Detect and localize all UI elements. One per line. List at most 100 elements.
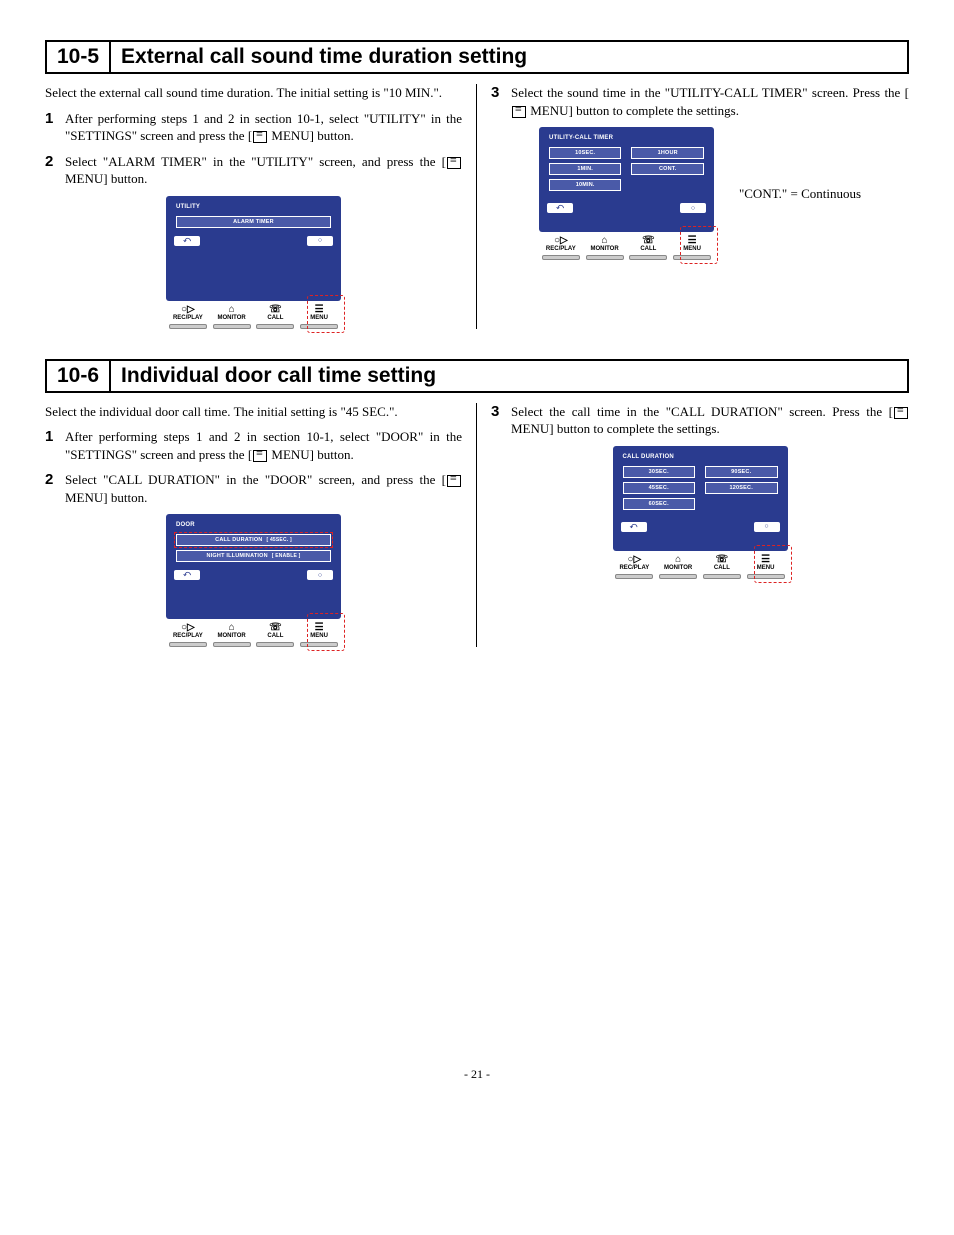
menu-icon	[447, 157, 461, 169]
recplay-icon: ○▷	[613, 555, 657, 565]
step-text: After performing steps 1 and 2 in sectio…	[65, 110, 462, 145]
screen-button: 60SEC.	[623, 498, 696, 510]
step-text: Select the call time in the "CALL DURATI…	[511, 403, 909, 438]
screen-button: 10MIN.	[549, 179, 622, 191]
section-number: 10-5	[47, 42, 111, 72]
step-number: 2	[45, 153, 65, 188]
menu-icon	[253, 450, 267, 462]
soft-key-circle-icon: ○	[754, 522, 780, 532]
screen-title: CALL DURATION	[623, 454, 782, 460]
menu-hw-icon: ☰	[744, 555, 788, 565]
step-number: 1	[45, 110, 65, 145]
device-door-screen: DOOR CALL DURATION [ 45SEC. ] NIGHT ILLU…	[166, 514, 341, 647]
call-icon: ☏	[626, 236, 670, 246]
monitor-icon: ⌂	[210, 623, 254, 633]
device-utility-call-timer-screen: UTILITY-CALL TIMER 10SEC. 1MIN. 10MIN. 1…	[539, 127, 714, 260]
step-number: 3	[491, 403, 511, 438]
section-header-10-6: 10-6 Individual door call time setting	[45, 359, 909, 393]
soft-key-back-icon: ⤺	[174, 570, 200, 580]
soft-key-back-icon: ⤺	[547, 203, 573, 213]
soft-key-circle-icon: ○	[307, 236, 333, 246]
monitor-icon: ⌂	[583, 236, 627, 246]
intro-text: Select the individual door call time. Th…	[45, 403, 462, 421]
soft-key-back-icon: ⤺	[174, 236, 200, 246]
call-icon: ☏	[254, 623, 298, 633]
hw-button	[542, 255, 580, 260]
hw-button	[300, 324, 338, 329]
call-icon: ☏	[700, 555, 744, 565]
screen-button: 90SEC.	[705, 466, 778, 478]
hardware-labels: ○▷REC/PLAY ⌂MONITOR ☏CALL ☰MENU	[166, 305, 341, 321]
screen-title: DOOR	[176, 522, 335, 528]
step-number: 3	[491, 84, 511, 119]
hw-button	[256, 324, 294, 329]
hw-button	[586, 255, 624, 260]
page-number: - 21 -	[45, 1067, 909, 1082]
step-text: Select "CALL DURATION" in the "DOOR" scr…	[65, 471, 462, 506]
step-text: Select "ALARM TIMER" in the "UTILITY" sc…	[65, 153, 462, 188]
step-2: 2 Select "CALL DURATION" in the "DOOR" s…	[45, 471, 462, 506]
screen-title: UTILITY	[176, 204, 335, 210]
screen-row-night-illumination: NIGHT ILLUMINATION [ ENABLE ]	[176, 550, 331, 562]
screen-button: 1MIN.	[549, 163, 622, 175]
step-1: 1 After performing steps 1 and 2 in sect…	[45, 428, 462, 463]
soft-key-circle-icon: ○	[680, 203, 706, 213]
recplay-icon: ○▷	[166, 305, 210, 315]
monitor-icon: ⌂	[210, 305, 254, 315]
soft-key-back-icon: ⤺	[621, 522, 647, 532]
recplay-icon: ○▷	[539, 236, 583, 246]
hw-button	[673, 255, 711, 260]
device-call-duration-screen: CALL DURATION 30SEC. 45SEC. 60SEC. 90SEC…	[613, 446, 788, 579]
step-number: 1	[45, 428, 65, 463]
hw-button	[659, 574, 697, 579]
soft-key-circle-icon: ○	[307, 570, 333, 580]
menu-icon	[253, 131, 267, 143]
section-number: 10-6	[47, 361, 111, 391]
screen-row-call-duration: CALL DURATION [ 45SEC. ]	[176, 534, 331, 546]
menu-icon	[894, 407, 908, 419]
cont-note: "CONT." = Continuous	[739, 186, 861, 202]
screen-button: 30SEC.	[623, 466, 696, 478]
menu-hw-icon: ☰	[670, 236, 714, 246]
hw-button	[615, 574, 653, 579]
screen-button: CONT.	[631, 163, 704, 175]
hardware-labels: ○▷REC/PLAY ⌂MONITOR ☏CALL ☰MENU	[539, 236, 714, 252]
screen-button: 1HOUR	[631, 147, 704, 159]
section-title: Individual door call time setting	[111, 361, 446, 391]
screen-button: 10SEC.	[549, 147, 622, 159]
section-title: External call sound time duration settin…	[111, 42, 537, 72]
menu-icon	[512, 106, 526, 118]
screen-button-alarm-timer: ALARM TIMER	[176, 216, 331, 228]
section-header-10-5: 10-5 External call sound time duration s…	[45, 40, 909, 74]
section-10-5-body: Select the external call sound time dura…	[45, 84, 909, 329]
hw-button	[256, 642, 294, 647]
hardware-labels: ○▷REC/PLAY ⌂MONITOR ☏CALL ☰MENU	[166, 623, 341, 639]
hardware-labels: ○▷REC/PLAY ⌂MONITOR ☏CALL ☰MENU	[613, 555, 788, 571]
step-text: Select the sound time in the "UTILITY-CA…	[511, 84, 909, 119]
step-1: 1 After performing steps 1 and 2 in sect…	[45, 110, 462, 145]
intro-text: Select the external call sound time dura…	[45, 84, 462, 102]
menu-hw-icon: ☰	[297, 305, 341, 315]
recplay-icon: ○▷	[166, 623, 210, 633]
monitor-icon: ⌂	[656, 555, 700, 565]
step-2: 2 Select "ALARM TIMER" in the "UTILITY" …	[45, 153, 462, 188]
screen-button: 120SEC.	[705, 482, 778, 494]
step-text: After performing steps 1 and 2 in sectio…	[65, 428, 462, 463]
step-3: 3 Select the call time in the "CALL DURA…	[491, 403, 909, 438]
hw-button	[747, 574, 785, 579]
hw-button	[629, 255, 667, 260]
step-3: 3 Select the sound time in the "UTILITY-…	[491, 84, 909, 119]
section-10-6-body: Select the individual door call time. Th…	[45, 403, 909, 648]
screen-button: 45SEC.	[623, 482, 696, 494]
step-number: 2	[45, 471, 65, 506]
menu-hw-icon: ☰	[297, 623, 341, 633]
hw-button	[169, 642, 207, 647]
hw-button	[213, 324, 251, 329]
screen-title: UTILITY-CALL TIMER	[549, 135, 708, 141]
hw-button	[703, 574, 741, 579]
hw-button	[213, 642, 251, 647]
menu-icon	[447, 475, 461, 487]
device-utility-screen: UTILITY ALARM TIMER ⤺ ○ ○▷REC/PLAY ⌂MONI…	[166, 196, 341, 329]
call-icon: ☏	[254, 305, 298, 315]
hw-button	[169, 324, 207, 329]
